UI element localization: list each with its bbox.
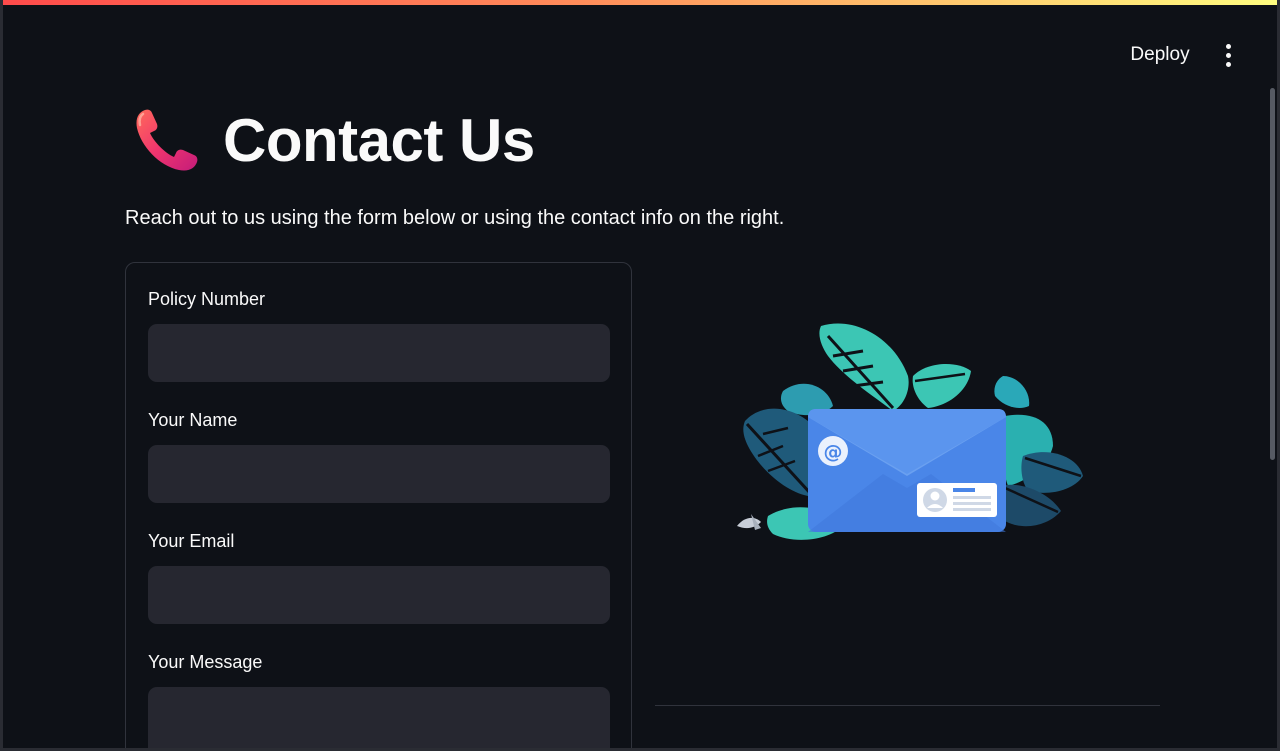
telephone-receiver-icon xyxy=(136,109,198,171)
name-label: Your Name xyxy=(148,410,238,430)
app-window: Deploy Contact Us Reach out to us using … xyxy=(0,0,1280,751)
policy-number-input[interactable] xyxy=(148,324,610,382)
policy-number-label: Policy Number xyxy=(148,289,266,309)
at-symbol: @ xyxy=(824,441,843,463)
contact-form: Policy Number Your Name Your Email Your … xyxy=(125,262,632,748)
top-decoration-bar xyxy=(3,0,1277,5)
page-subtitle: Reach out to us using the form below or … xyxy=(125,207,785,229)
email-label: Your Email xyxy=(148,531,235,551)
email-input[interactable] xyxy=(148,566,610,624)
message-textarea[interactable] xyxy=(148,687,610,748)
envelope-illustration-icon: @ xyxy=(737,323,1083,540)
more-vertical-icon[interactable] xyxy=(1212,40,1244,70)
title-row: Contact Us xyxy=(131,104,535,176)
page-title: Contact Us xyxy=(223,106,535,174)
scrollbar[interactable] xyxy=(1270,88,1275,460)
name-input[interactable] xyxy=(148,445,610,503)
deploy-button[interactable]: Deploy xyxy=(1119,43,1201,67)
section-divider xyxy=(655,705,1160,706)
message-label: Your Message xyxy=(148,652,263,672)
